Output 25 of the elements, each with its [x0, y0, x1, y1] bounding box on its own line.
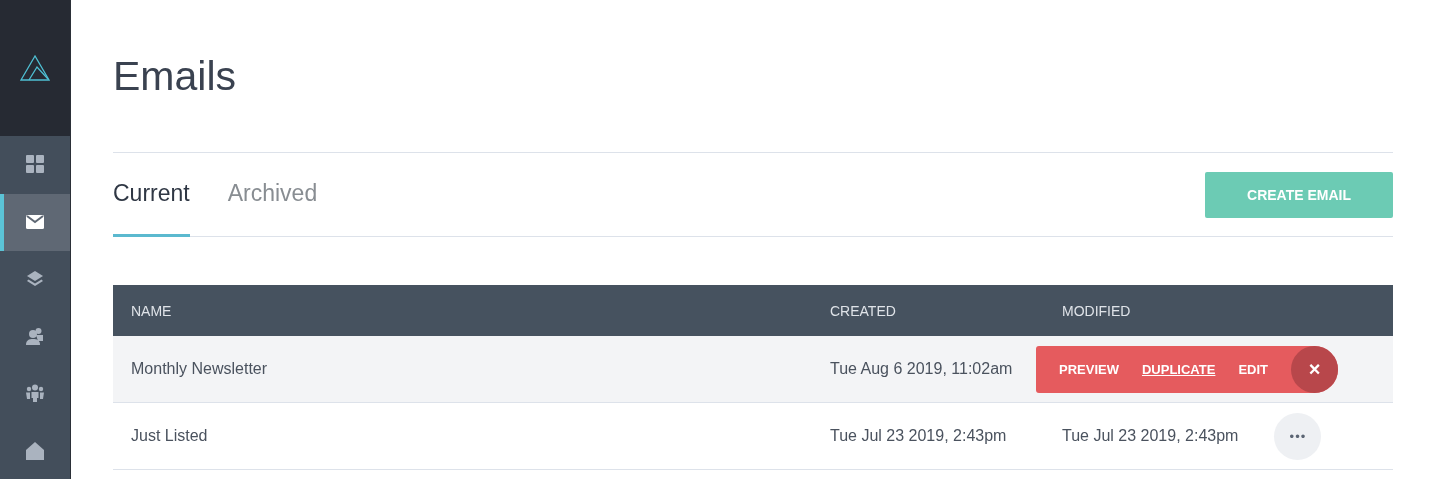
- table-cell-text: Tue Jul 23 2019, 2:43pm: [830, 427, 1008, 445]
- column-header: NAME: [130, 302, 173, 319]
- envelope-icon: [26, 212, 44, 232]
- menu-action[interactable]: DUPLICATE: [1141, 361, 1216, 377]
- tab[interactable]: Current: [113, 153, 190, 237]
- menu-action[interactable]: EDIT: [1238, 361, 1269, 377]
- triangle-logo-icon: [20, 54, 50, 82]
- users-icon: [26, 326, 44, 346]
- tab[interactable]: Archived: [227, 153, 318, 237]
- column-header: MODIFIED: [1062, 302, 1132, 319]
- group-icon: [26, 383, 44, 403]
- layers-icon: [26, 269, 44, 289]
- table-cell-text: Just Listed: [130, 427, 209, 445]
- page-title: Emails: [113, 52, 238, 101]
- grid-icon: [26, 155, 44, 175]
- create-email-button[interactable]: CREATE EMAIL: [1205, 171, 1393, 218]
- table-cell-text: Monthly Newsletter: [130, 360, 269, 378]
- table-cell: Tue Jul 23 2019, 2:43pm: [1062, 427, 1239, 445]
- close-button[interactable]: ×: [1291, 345, 1339, 393]
- table-cell-text: Tue Aug 6 2019, 11:02am: [830, 360, 1014, 378]
- more-button[interactable]: •••: [1274, 412, 1322, 460]
- house-icon: [26, 440, 44, 460]
- menu-action[interactable]: PREVIEW: [1059, 361, 1119, 377]
- sidebar-item[interactable]: [0, 193, 70, 251]
- column-header: CREATED: [830, 302, 897, 319]
